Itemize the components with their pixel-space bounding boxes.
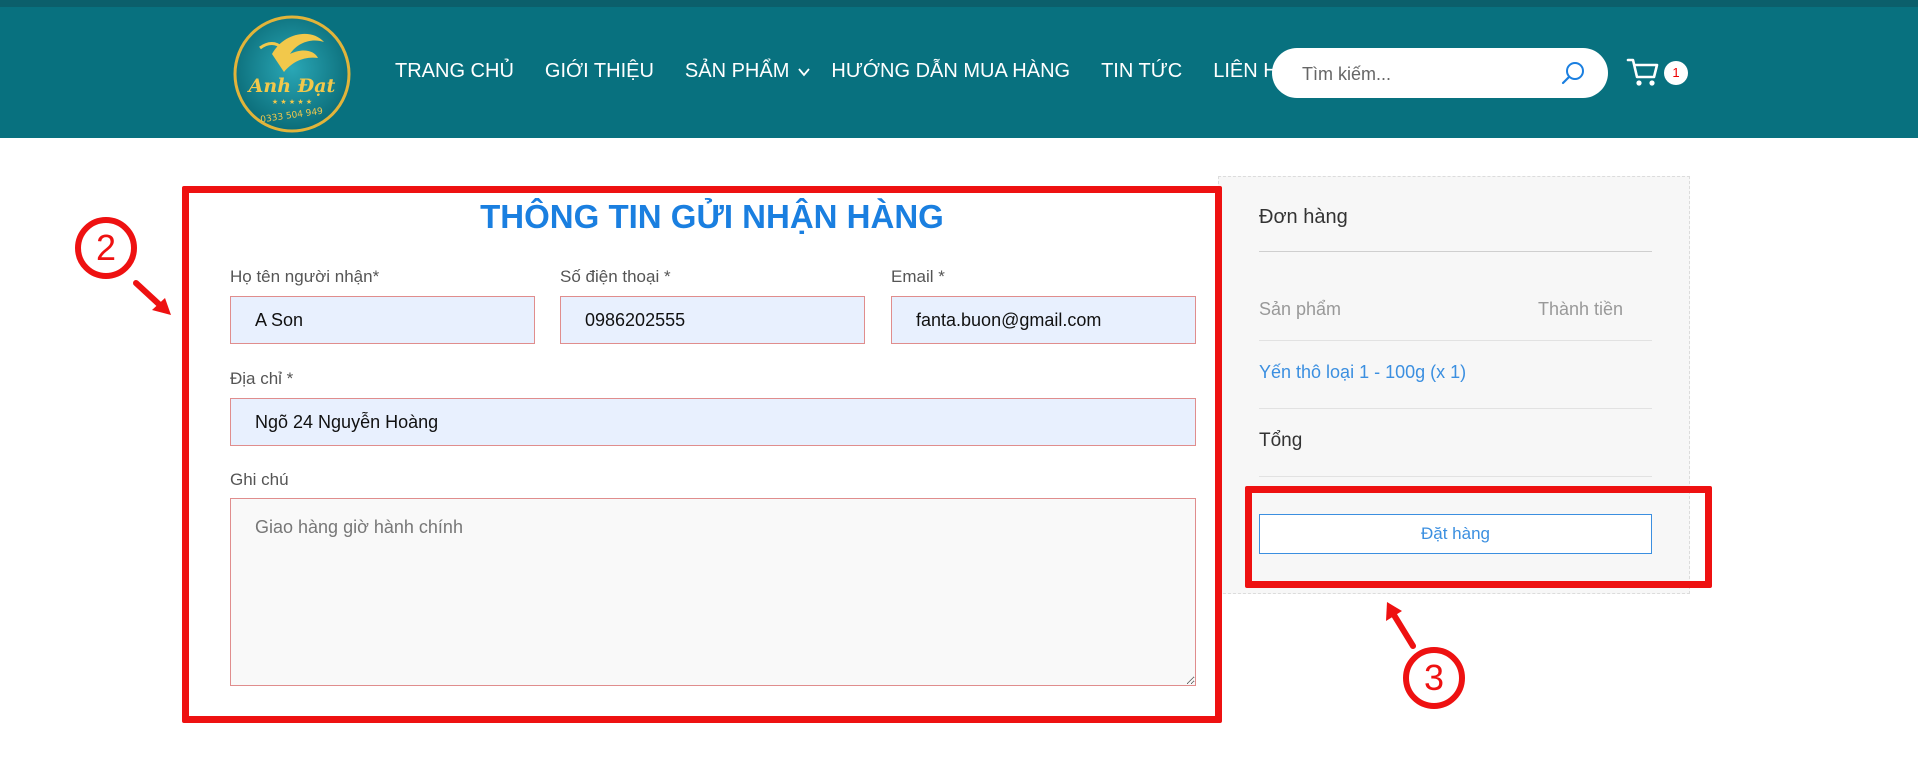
annotation-arrows <box>133 280 1416 649</box>
